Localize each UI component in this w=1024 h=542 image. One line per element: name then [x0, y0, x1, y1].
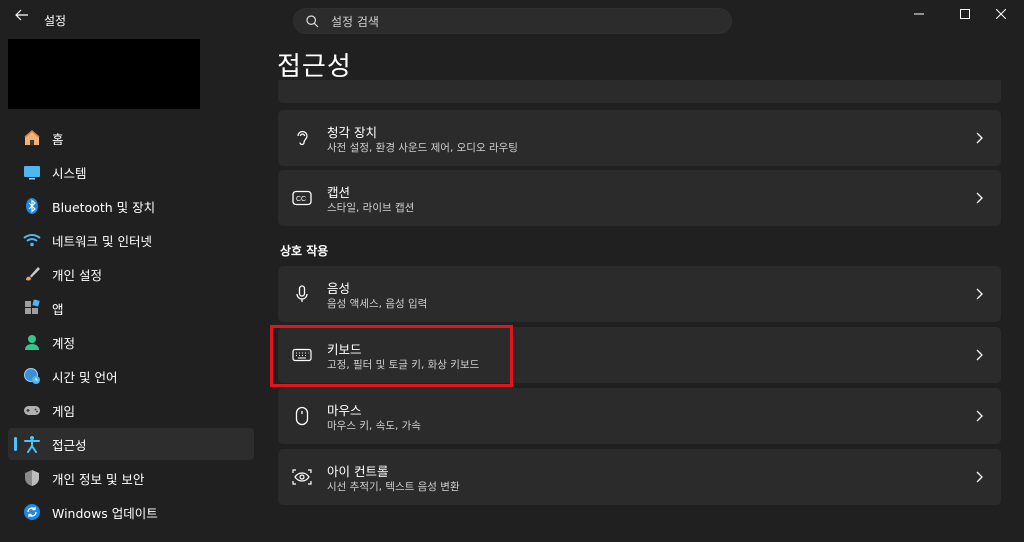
card-speech[interactable]: 음성 음성 액세스, 음성 입력 — [278, 266, 1001, 322]
sidebar-item-home[interactable]: 홈 — [8, 122, 254, 154]
card-eye-control[interactable]: 아이 컨트롤 시선 추적기, 텍스트 음성 변환 — [278, 449, 1001, 505]
eye-control-icon — [292, 467, 312, 487]
scrolled-card-edge — [278, 80, 1001, 103]
account-icon — [22, 332, 42, 352]
card-mouse[interactable]: 마우스 마우스 키, 속도, 가속 — [278, 388, 1001, 444]
sidebar-item-windows-update[interactable]: Windows 업데이트 — [8, 496, 254, 528]
minimize-button[interactable] — [896, 0, 942, 30]
sidebar-item-label: 시간 및 언어 — [52, 369, 118, 385]
apps-icon — [22, 298, 42, 318]
chevron-right-icon — [973, 286, 985, 302]
close-icon — [995, 8, 1007, 22]
svg-text:CC: CC — [296, 196, 306, 203]
hearing-device-icon — [292, 128, 312, 148]
card-title: 아이 컨트롤 — [327, 464, 389, 479]
search-input[interactable]: 설정 검색 — [331, 13, 379, 30]
keyboard-highlight-box — [270, 325, 513, 387]
chevron-right-icon — [973, 130, 985, 146]
sidebar-item-label: 접근성 — [52, 437, 87, 453]
card-title: 음성 — [327, 281, 351, 296]
sidebar-item-label: 네트워크 및 인터넷 — [52, 233, 152, 249]
card-hearing-devices[interactable]: 청각 장치 사전 설정, 환경 사운드 제어, 오디오 라우팅 — [278, 110, 1001, 166]
sidebar-item-label: 시스템 — [52, 165, 87, 181]
brush-icon — [22, 264, 42, 284]
sidebar-item-accessibility[interactable]: 접근성 — [8, 428, 254, 460]
maximize-icon — [960, 8, 970, 22]
sidebar-item-label: 개인 설정 — [52, 267, 102, 283]
sidebar-item-label: Bluetooth 및 장치 — [52, 199, 156, 215]
captions-icon: CC — [292, 188, 312, 208]
card-subtitle: 사전 설정, 환경 사운드 제어, 오디오 라우팅 — [327, 142, 518, 154]
accessibility-icon — [22, 434, 42, 454]
minimize-icon — [914, 8, 924, 22]
sidebar-item-label: 앱 — [52, 301, 64, 317]
mouse-icon — [292, 406, 312, 426]
chevron-right-icon — [973, 408, 985, 424]
sidebar-item-apps[interactable]: 앱 — [8, 292, 254, 324]
sidebar-item-accounts[interactable]: 계정 — [8, 326, 254, 358]
sidebar-item-network[interactable]: 네트워크 및 인터넷 — [8, 224, 254, 256]
back-arrow-icon — [15, 9, 29, 25]
sidebar-item-label: 계정 — [52, 335, 76, 351]
chevron-right-icon — [973, 190, 985, 206]
chevron-right-icon — [973, 469, 985, 485]
chevron-right-icon — [973, 347, 985, 363]
sidebar-item-label: 홈 — [52, 131, 64, 147]
shield-icon — [22, 468, 42, 488]
close-button[interactable] — [978, 0, 1024, 30]
back-button[interactable] — [10, 6, 34, 28]
home-icon — [22, 128, 42, 148]
bluetooth-icon — [22, 196, 42, 216]
sidebar-item-label: Windows 업데이트 — [52, 505, 158, 521]
app-title: 설정 — [44, 14, 67, 28]
search-icon — [305, 14, 319, 28]
card-title: 마우스 — [327, 403, 362, 418]
user-profile-redacted — [8, 39, 200, 109]
system-icon — [22, 162, 42, 182]
wifi-icon — [22, 230, 42, 250]
card-title: 청각 장치 — [327, 125, 377, 140]
microphone-icon — [292, 284, 312, 304]
gamepad-icon — [22, 400, 42, 420]
card-subtitle: 음성 액세스, 음성 입력 — [327, 298, 428, 310]
card-captions[interactable]: CC 캡션 스타일, 라이브 캡션 — [278, 170, 1001, 226]
active-indicator — [14, 437, 17, 451]
search-box[interactable]: 설정 검색 — [293, 8, 732, 34]
card-subtitle: 마우스 키, 속도, 가속 — [327, 420, 421, 432]
time-language-icon — [22, 366, 42, 386]
sidebar-item-system[interactable]: 시스템 — [8, 156, 254, 188]
sidebar-nav: 홈 시스템 Bluetooth 및 장치 네트워크 및 인터넷 개인 설정 앱 — [8, 122, 254, 530]
sidebar-item-label: 게임 — [52, 403, 76, 419]
section-label-interaction: 상호 작용 — [280, 244, 329, 258]
card-subtitle: 스타일, 라이브 캡션 — [327, 202, 415, 214]
sidebar-item-time-language[interactable]: 시간 및 언어 — [8, 360, 254, 392]
card-title: 캡션 — [327, 185, 351, 200]
sidebar-item-bluetooth[interactable]: Bluetooth 및 장치 — [8, 190, 254, 222]
page-title: 접근성 — [277, 52, 352, 82]
sidebar-item-label: 개인 정보 및 보안 — [52, 471, 145, 487]
card-subtitle: 시선 추적기, 텍스트 음성 변환 — [327, 481, 460, 493]
sidebar-item-personalization[interactable]: 개인 설정 — [8, 258, 254, 290]
title-bar: 설정 설정 검색 — [0, 0, 1024, 34]
sidebar-item-gaming[interactable]: 게임 — [8, 394, 254, 426]
sidebar-item-privacy[interactable]: 개인 정보 및 보안 — [8, 462, 254, 494]
update-icon — [22, 502, 42, 522]
